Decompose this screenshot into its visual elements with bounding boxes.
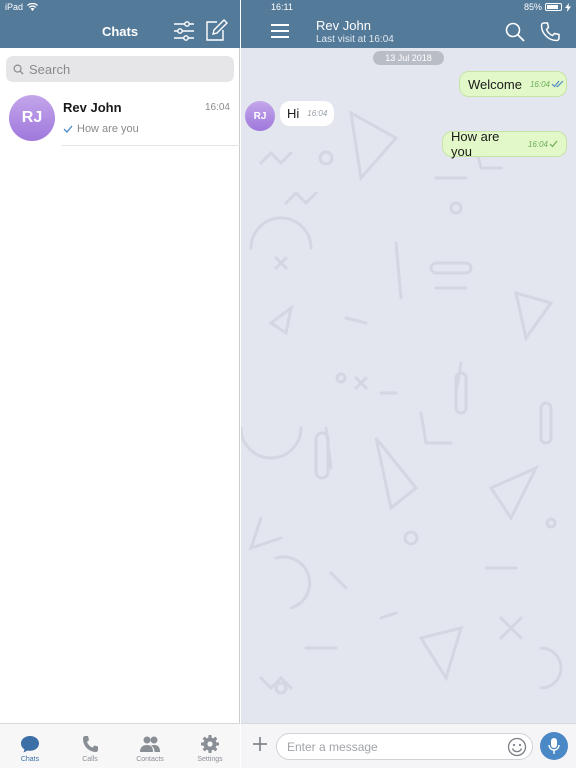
message-text: Hi xyxy=(287,106,300,121)
check-icon xyxy=(549,140,558,148)
peer-name[interactable]: Rev John xyxy=(316,18,371,33)
filter-icon[interactable] xyxy=(172,19,196,43)
tab-bar: Chats Calls Contacts Settings xyxy=(0,723,240,768)
date-separator: 13 Jul 2018 xyxy=(373,51,444,65)
chat-preview: How are you xyxy=(63,123,139,135)
chat-list-header: iPad Chats xyxy=(0,0,240,48)
voice-record-button[interactable] xyxy=(540,732,568,760)
compose-icon[interactable] xyxy=(204,19,228,43)
gear-icon xyxy=(201,735,219,753)
search-icon xyxy=(13,64,24,75)
status-time: 16:11 xyxy=(271,2,293,12)
search-icon[interactable] xyxy=(504,21,526,43)
message-meta: 16:04 xyxy=(530,80,564,89)
menu-icon[interactable] xyxy=(269,22,291,40)
avatar[interactable]: RJ xyxy=(245,101,275,131)
double-check-icon xyxy=(551,80,564,88)
chat-time: 16:04 xyxy=(204,102,230,113)
tab-chats[interactable]: Chats xyxy=(0,724,60,768)
tab-label: Chats xyxy=(20,756,40,763)
battery-percent: 85% xyxy=(523,2,542,12)
contacts-icon xyxy=(140,736,160,752)
peer-status: Last visit at 16:04 xyxy=(316,34,394,45)
avatar: RJ xyxy=(9,95,55,141)
device-name: iPad xyxy=(5,2,24,12)
message-time: 16:04 xyxy=(527,139,548,149)
message-input[interactable] xyxy=(276,733,533,760)
microphone-icon xyxy=(548,738,560,754)
message-time: 16:04 xyxy=(529,79,550,89)
message-text: Welcome xyxy=(468,76,522,92)
phone-icon xyxy=(83,736,98,752)
outgoing-message[interactable]: How are you 16:04 xyxy=(442,129,567,159)
battery-icon xyxy=(545,3,562,11)
tab-label: Settings xyxy=(197,756,223,763)
conversation-panel: 16:11 85% Rev John Last visit at 16:04 1… xyxy=(241,0,576,768)
tab-label: Calls xyxy=(82,756,98,763)
outgoing-message[interactable]: Welcome 16:04 xyxy=(459,71,567,97)
chat-preview-text: How are you xyxy=(77,123,139,135)
search-input[interactable] xyxy=(29,61,219,77)
emoji-icon[interactable] xyxy=(507,737,527,757)
check-icon xyxy=(63,125,73,133)
message-text: How are you xyxy=(451,129,500,159)
chat-list-panel: iPad Chats RJ Rev John 16:04 How are xyxy=(0,0,240,768)
incoming-message[interactable]: Hi 16:04 xyxy=(280,101,334,126)
message-time: 16:04 xyxy=(307,109,328,118)
status-bar-right: 85% xyxy=(524,2,571,12)
attach-plus-icon[interactable] xyxy=(251,735,269,753)
phone-icon[interactable] xyxy=(539,21,561,43)
chat-list-item[interactable]: RJ Rev John 16:04 How are you xyxy=(0,90,240,146)
chat-bubble-icon xyxy=(21,736,39,753)
tab-label: Contacts xyxy=(136,756,164,763)
chat-name: Rev John xyxy=(63,100,122,115)
search-bar[interactable] xyxy=(6,56,234,82)
divider xyxy=(62,145,240,146)
message-meta: 16:04 xyxy=(528,140,558,149)
conversation-header: 16:11 85% Rev John Last visit at 16:04 xyxy=(241,0,576,48)
wifi-icon xyxy=(27,3,39,11)
status-bar-left: iPad xyxy=(5,2,39,12)
tab-calls[interactable]: Calls xyxy=(60,724,120,768)
tab-settings[interactable]: Settings xyxy=(180,724,240,768)
charging-icon xyxy=(565,2,571,12)
tab-contacts[interactable]: Contacts xyxy=(120,724,180,768)
message-composer xyxy=(241,723,576,768)
